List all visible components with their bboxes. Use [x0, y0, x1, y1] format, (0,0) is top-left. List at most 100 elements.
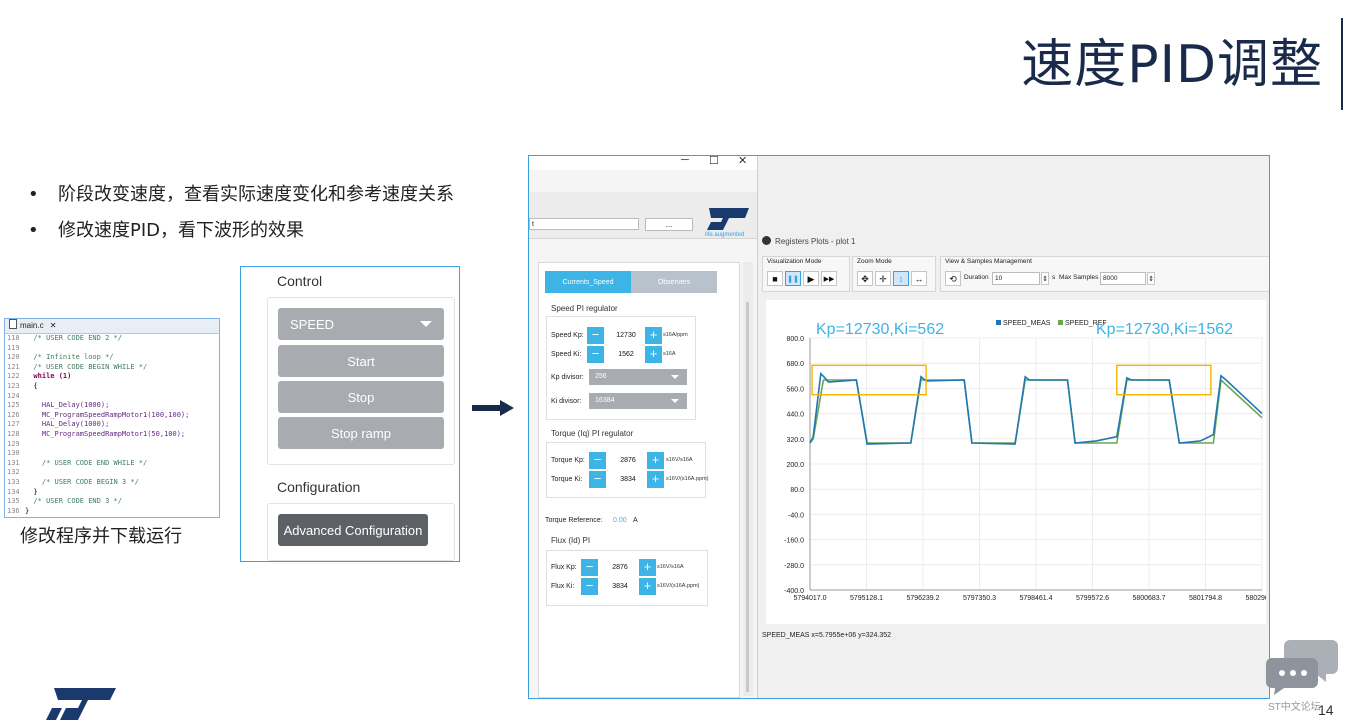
torque-kp-unit: s16V/s16A [666, 457, 693, 463]
tab-observers[interactable]: Observers [631, 271, 717, 293]
ki-divisor-select[interactable]: 16384 [589, 393, 687, 409]
flux-ki-input[interactable]: 3834 [598, 578, 642, 595]
start-button[interactable]: Start [278, 345, 444, 377]
visualization-mode-label: Visualization Mode [767, 258, 822, 265]
minimize-icon[interactable]: ─ [681, 156, 689, 166]
view-samples-label: View & Samples Management [945, 258, 1032, 265]
speed-kp-input[interactable]: 12730 [604, 327, 648, 344]
chevron-down-icon [671, 375, 679, 379]
code-line: 118 /* USER CODE END 2 */ [5, 334, 219, 344]
flux-pi-label: Flux (Id) PI [551, 536, 591, 545]
advanced-configuration-button[interactable]: Advanced Configuration [278, 514, 428, 546]
torque-kp-minus-button[interactable]: − [589, 452, 606, 469]
torque-reference-label: Torque Reference: [545, 517, 603, 524]
project-path-input[interactable]: t [529, 218, 639, 230]
flux-ki-minus-button[interactable]: − [581, 578, 598, 595]
fast-forward-icon[interactable]: ▶▶ [821, 271, 837, 286]
flux-kp-input[interactable]: 2876 [598, 559, 642, 576]
speed-kp-label: Speed Kp: [551, 332, 584, 339]
flux-kp-unit: s16V/s16A [657, 564, 684, 570]
line-number: 121 [7, 362, 20, 371]
speed-line-chart[interactable]: 800.0 680.0 560.0 440.0 320.0 200.0 80.0 -40.0 -… [766, 300, 1269, 624]
legend-swatch [996, 320, 1001, 325]
code-line: 125 HAL_Delay(1000); [5, 401, 219, 411]
duration-input[interactable]: 10 [992, 272, 1040, 285]
zoom-all-icon[interactable]: ✥ [857, 271, 873, 286]
code-text: } [25, 506, 30, 515]
flux-ki-label: Flux Ki: [551, 583, 575, 590]
pan-icon[interactable]: ✛ [875, 271, 891, 286]
y-tick-label: 560.0 [786, 386, 804, 393]
zoom-mode-group: Zoom Mode ✥ ✛ ↕ ↔ [852, 256, 936, 292]
zoom-horizontal-icon[interactable]: ↔ [911, 271, 927, 286]
bullet-1: • 阶段改变速度，查看实际速度变化和参考速度关系 [28, 180, 454, 206]
vertical-scrollbar[interactable] [743, 262, 753, 696]
speed-kp-minus-button[interactable]: − [587, 327, 604, 344]
torque-reference-input[interactable]: 0.00 [613, 517, 627, 524]
stop-button[interactable]: Stop [278, 381, 444, 413]
close-icon[interactable]: ✕ [738, 156, 747, 167]
zoom-mode-label: Zoom Mode [857, 258, 892, 265]
y-tick-label: 80.0 [790, 487, 804, 494]
code-line: 135 /* USER CODE END 3 */ [5, 497, 219, 507]
duration-spinner-icon[interactable]: ⇕ [1041, 272, 1049, 285]
window-titlebar: ─ ☐ ✕ [529, 156, 757, 170]
bullet-2-text: 修改速度PID，看下波形的效果 [58, 220, 305, 241]
flux-ki-plus-button[interactable]: + [639, 578, 656, 595]
maximize-icon[interactable]: ☐ [709, 156, 719, 167]
flux-kp-minus-button[interactable]: − [581, 559, 598, 576]
tab-currents-speed[interactable]: Currents_Speed [545, 271, 631, 293]
y-tick-label: 320.0 [786, 437, 804, 444]
torque-ki-input[interactable]: 3834 [606, 471, 650, 488]
speed-ki-minus-button[interactable]: − [587, 346, 604, 363]
workbench-toolbar [529, 170, 757, 193]
torque-kp-plus-button[interactable]: + [647, 452, 664, 469]
code-text: /* USER CODE BEGIN WHILE */ [25, 362, 148, 371]
line-number: 135 [7, 497, 20, 506]
y-tick-label: -40.0 [788, 512, 804, 519]
speed-ki-input[interactable]: 1562 [604, 346, 648, 363]
x-tick-label: 5798461.4 [1019, 595, 1052, 602]
x-tick-label: 5801794.8 [1189, 595, 1222, 602]
logo-tagline: life.augmented [705, 232, 745, 238]
close-icon[interactable]: ✕ [50, 321, 57, 330]
x-tick-label: 5802905.9 [1245, 595, 1266, 602]
torque-kp-input[interactable]: 2876 [606, 452, 650, 469]
speed-plot[interactable]: 800.0 680.0 560.0 440.0 320.0 200.0 80.0 -40.0 -… [766, 300, 1269, 624]
kp-divisor-value: 256 [595, 373, 607, 380]
browse-button[interactable]: ... [645, 218, 693, 231]
flux-kp-label: Flux Kp: [551, 564, 577, 571]
zoom-vertical-icon[interactable]: ↕ [893, 271, 909, 286]
scrollbar-thumb[interactable] [746, 302, 749, 692]
pause-icon[interactable]: ❚❚ [785, 271, 801, 286]
reset-view-icon[interactable]: ⟲ [945, 271, 961, 286]
st-logo-icon [46, 688, 116, 720]
code-line: 122 while (1) [5, 372, 219, 382]
torque-ki-plus-button[interactable]: + [647, 471, 664, 488]
max-samples-spinner-icon[interactable]: ⇕ [1147, 272, 1155, 285]
code-line: 124 [5, 392, 219, 402]
plot-status-bar: SPEED_MEAS x=5.7955e+06 y=324.352 [762, 632, 892, 639]
kp-divisor-select[interactable]: 256 [589, 369, 687, 385]
ki-divisor-value: 16384 [595, 397, 615, 404]
line-number: 119 [7, 343, 20, 352]
play-icon[interactable]: ▶ [803, 271, 819, 286]
speed-ki-plus-button[interactable]: + [645, 346, 662, 363]
stop-ramp-button[interactable]: Stop ramp [278, 417, 444, 449]
code-body[interactable]: 118 /* USER CODE END 2 */119 120 /* Infin… [5, 334, 219, 516]
torque-ki-label: Torque Ki: [551, 476, 583, 483]
max-samples-input[interactable]: 8000 [1100, 272, 1146, 285]
y-tick-label: -160.0 [784, 538, 804, 545]
flux-kp-plus-button[interactable]: + [639, 559, 656, 576]
y-tick-label: 200.0 [786, 462, 804, 469]
code-line: 121 /* USER CODE BEGIN WHILE */ [5, 363, 219, 373]
code-editor-tab[interactable]: main.c ✕ [5, 319, 219, 334]
torque-ki-minus-button[interactable]: − [589, 471, 606, 488]
line-number: 127 [7, 420, 20, 429]
annotation-label: Kp=12730,Ki=1562 [1096, 321, 1233, 338]
stop-icon[interactable]: ■ [767, 271, 783, 286]
speed-kp-plus-button[interactable]: + [645, 327, 662, 344]
control-mode-select[interactable]: SPEED [278, 308, 444, 340]
visualization-mode-group: Visualization Mode ■ ❚❚ ▶ ▶▶ [762, 256, 850, 292]
line-number: 124 [7, 391, 20, 400]
